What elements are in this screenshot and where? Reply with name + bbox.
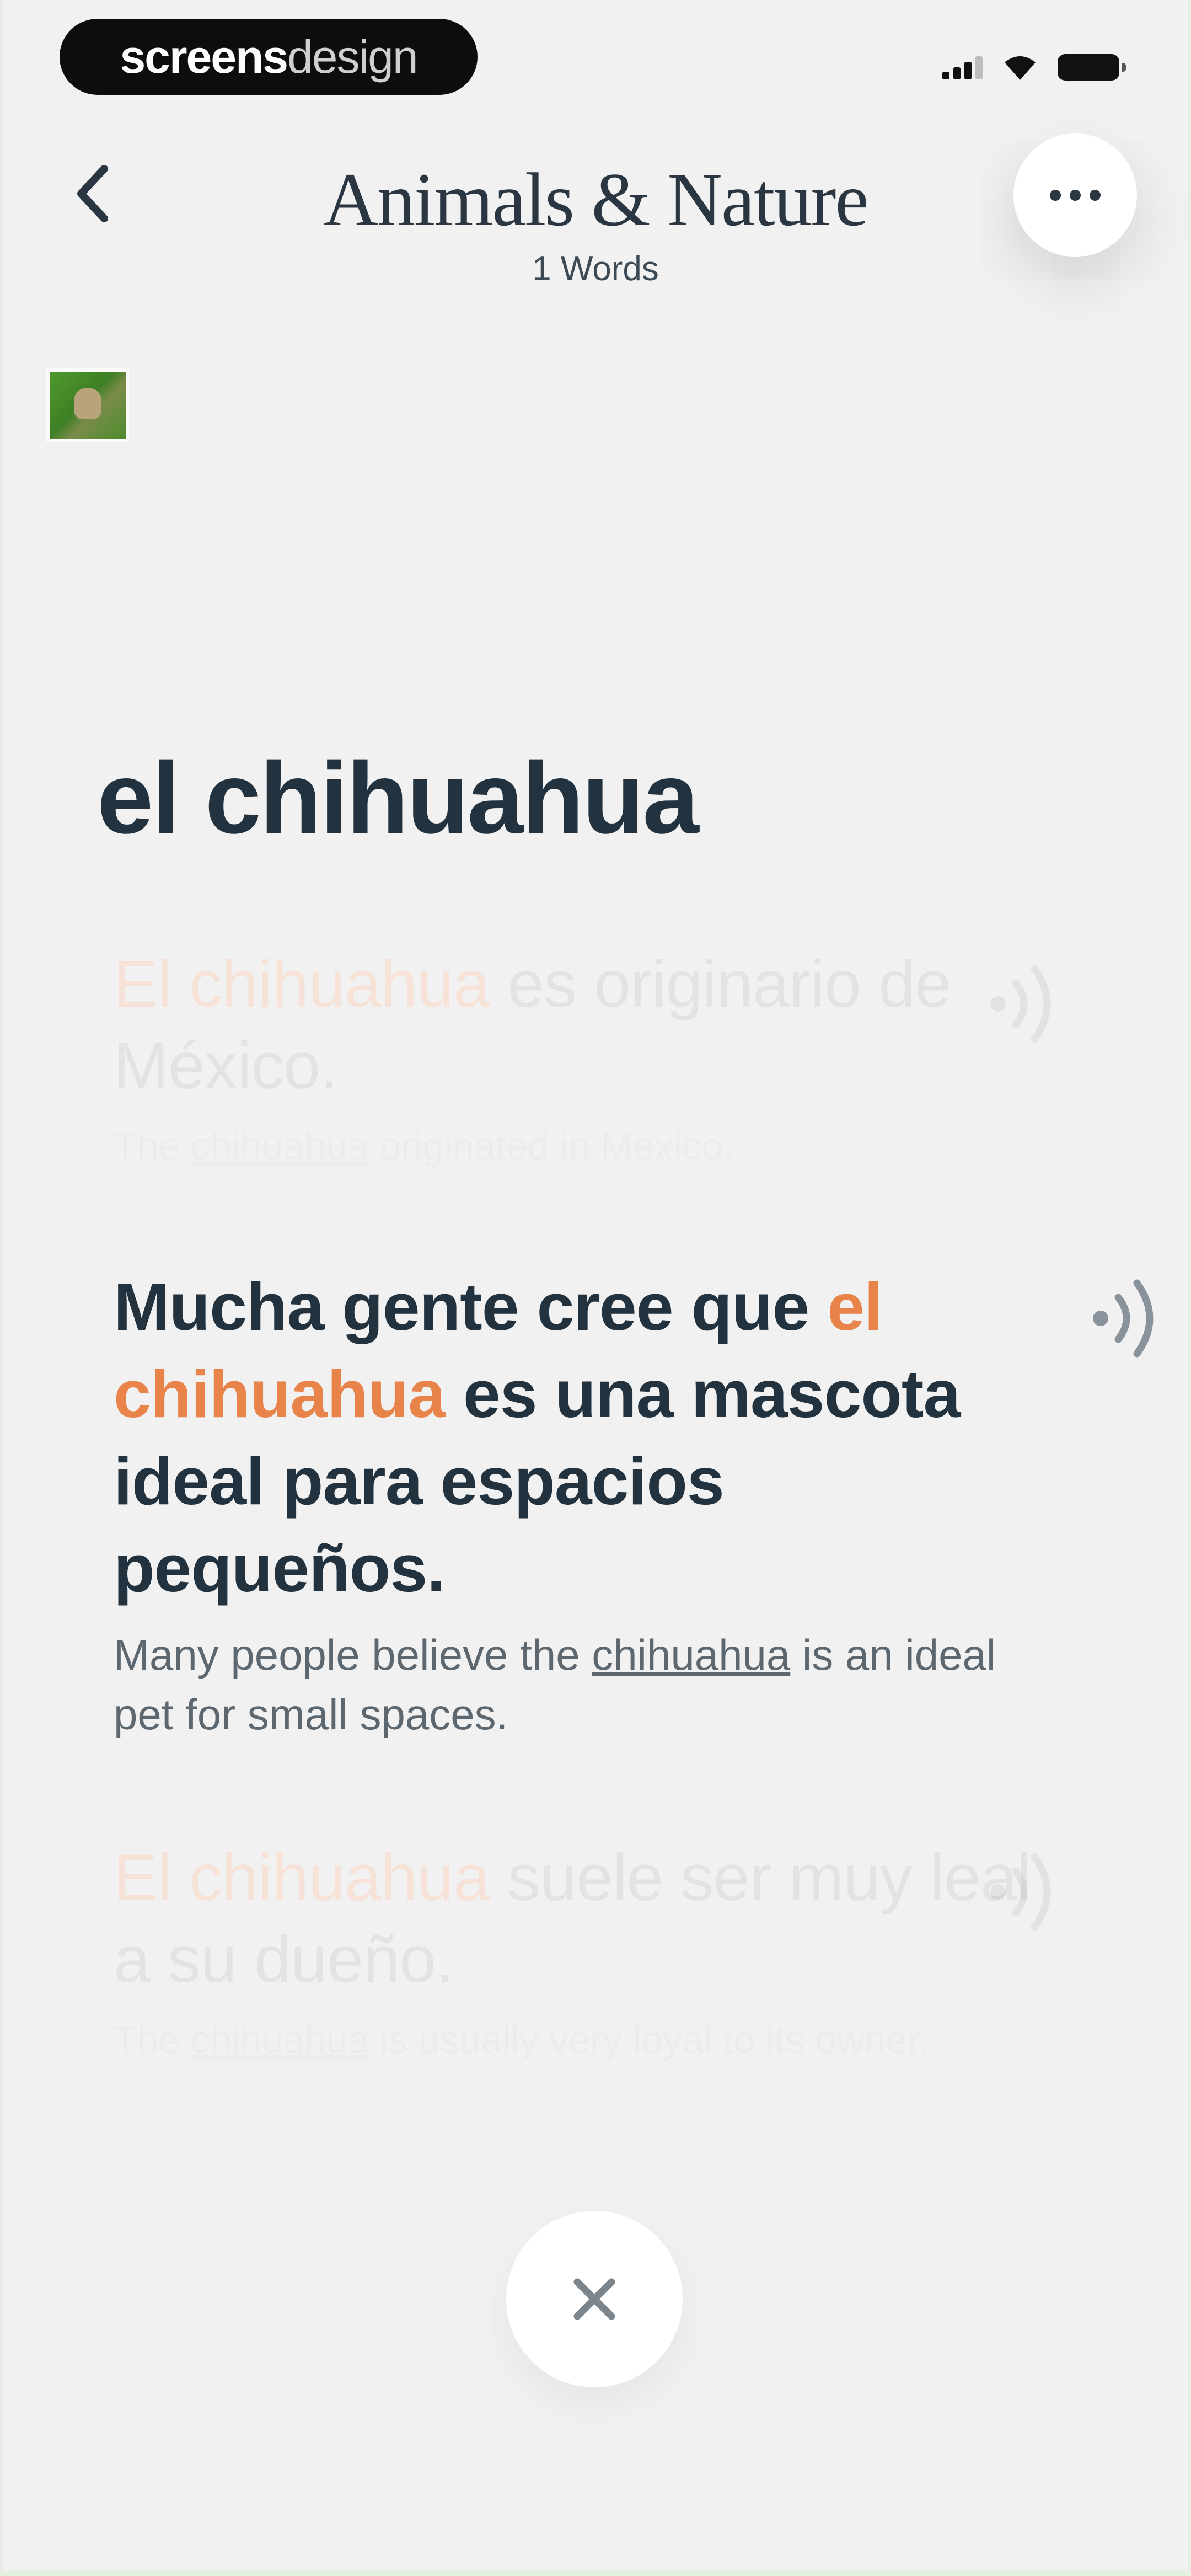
back-button[interactable] (65, 158, 120, 229)
translation-text: Many people believe the (114, 1631, 592, 1679)
example-sentence-3[interactable]: El chihuahua suele ser muy leal a su due… (114, 1837, 1040, 2066)
more-dot (1070, 190, 1081, 201)
play-audio-button[interactable] (981, 949, 1081, 1059)
play-audio-button[interactable] (981, 1837, 1081, 1947)
wifi-icon (1005, 56, 1036, 80)
close-button[interactable] (506, 2211, 683, 2387)
more-dot (1090, 190, 1101, 201)
spanish-sentence: El chihuahua es originario de México. (114, 943, 1040, 1107)
speaker-waves-icon (1093, 1279, 1154, 1358)
translation-term: chihuahua (592, 1631, 791, 1679)
vocabulary-word: el chihuahua (97, 741, 699, 854)
translation-text: originated in Mexico. (369, 1125, 734, 1168)
speaker-waves-icon (990, 965, 1051, 1043)
more-dot (1050, 190, 1061, 201)
english-translation: Many people believe the chihuahua is an … (114, 1625, 1040, 1744)
example-sentence-2[interactable]: Mucha gente cree que el chihuahua es una… (114, 1263, 1040, 1744)
close-icon (573, 2278, 615, 2320)
word-count: 1 Words (532, 250, 659, 288)
speaker-waves-icon (990, 1853, 1051, 1931)
brand-bold: screens (120, 31, 288, 83)
status-icons (942, 51, 1126, 84)
chevron-left-icon (77, 165, 108, 222)
battery-icon (1058, 54, 1126, 81)
highlighted-term: El chihuahua (114, 1841, 490, 1915)
translation-term: chihuahua (191, 1125, 369, 1168)
spanish-sentence: Mucha gente cree que el chihuahua es una… (114, 1263, 1040, 1612)
translation-text: is usually very loyal to its owner. (369, 2018, 929, 2061)
screensdesign-logo: screensdesign (60, 19, 478, 95)
more-options-button[interactable] (1013, 133, 1137, 257)
english-translation: The chihuahua is usually very loyal to i… (114, 2013, 1040, 2066)
word-thumbnail-image (46, 368, 129, 442)
brand-light: design (287, 31, 419, 83)
spanish-sentence: El chihuahua suele ser muy leal a su due… (114, 1837, 1040, 2000)
translation-text: The (114, 2018, 191, 2061)
page-title: Animals & Nature (323, 157, 868, 242)
english-translation: The chihuahua originated in Mexico. (114, 1120, 1040, 1173)
highlighted-term: El chihuahua (114, 947, 490, 1021)
signal-icon (942, 55, 983, 79)
play-audio-button[interactable] (1084, 1263, 1183, 1373)
sentence-text: Mucha gente cree que (114, 1269, 828, 1344)
translation-term: chihuahua (191, 2018, 369, 2061)
example-sentence-1[interactable]: El chihuahua es originario de México. Th… (114, 943, 1040, 1173)
translation-text: The (114, 1125, 191, 1168)
